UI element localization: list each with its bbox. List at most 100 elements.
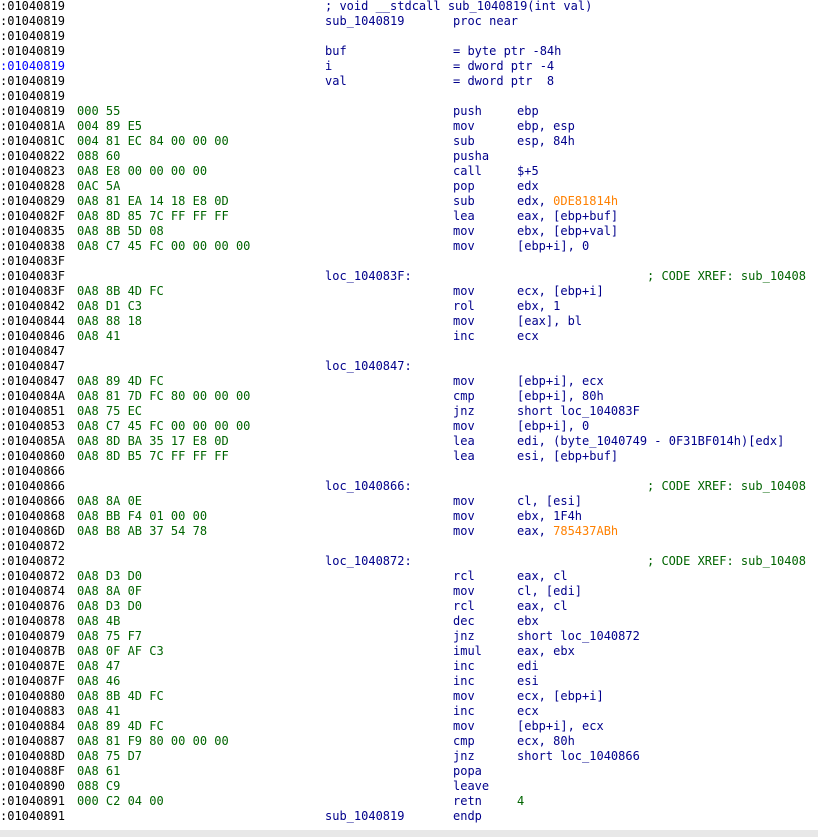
listing-line[interactable]: :01040819 000 55 push ebp (0, 104, 818, 119)
listing-line[interactable]: :0104086D 0A8 B8 AB 37 54 78 mov eax, 78543… (0, 524, 818, 539)
instruction-operands: ecx, [ebp+i] (517, 689, 604, 703)
listing-line[interactable]: :01040879 0A8 75 F7 jnz short loc_1040872 (0, 629, 818, 644)
constant-operand: 785437ABh (553, 524, 619, 538)
listing-line[interactable]: :01040860 0A8 8D B5 7C FF FF FF lea esi, [e… (0, 449, 818, 464)
instruction-mnemonic: pusha (453, 149, 490, 163)
line-address: :01040891 (0, 794, 66, 808)
listing-line[interactable]: :0104084A 0A8 81 7D FC 80 00 00 00 cmp [ebp… (0, 389, 818, 404)
listing-line[interactable]: :0104081A 004 89 E5 mov ebp, esp (0, 119, 818, 134)
instruction-operands: ecx (517, 329, 539, 343)
listing-line[interactable]: :01040829 0A8 81 EA 14 18 E8 0D sub edx, 0D… (0, 194, 818, 209)
instruction-operands: edi, (byte_1040749 - 0F31BF014h)[edx] (517, 434, 785, 448)
instruction-operands: edx, 0DE81814h (517, 194, 619, 208)
listing-line[interactable]: :01040819 (0, 29, 818, 44)
listing-line[interactable]: :0104083F (0, 254, 818, 269)
instruction-mnemonic: jnz (453, 629, 475, 643)
listing-line[interactable]: :01040872 (0, 539, 818, 554)
listing-line[interactable]: :01040880 0A8 8B 4D FC mov ecx, [ebp+i] (0, 689, 818, 704)
instruction-mnemonic: cmp (453, 389, 475, 403)
listing-line[interactable]: :01040844 0A8 88 18 mov [eax], bl (0, 314, 818, 329)
opcode-bytes: 0A8 8B 5D 08 (77, 224, 164, 238)
instruction-operands: eax, ebx (517, 644, 575, 658)
listing-line[interactable]: :01040819 buf = byte ptr -84h (0, 44, 818, 59)
listing-line[interactable]: :01040866 0A8 8A 0E mov cl, [esi] (0, 494, 818, 509)
listing-line[interactable]: :0104087F 0A8 46 inc esi (0, 674, 818, 689)
listing-line[interactable]: :01040884 0A8 89 4D FC mov [ebp+i], ecx (0, 719, 818, 734)
line-address: :01040880 (0, 689, 66, 703)
listing-line[interactable]: :01040883 0A8 41 inc ecx (0, 704, 818, 719)
function-comment: ; void __stdcall sub_1040819(int val) (325, 0, 593, 13)
listing-line[interactable]: :01040891 sub_1040819 endp (0, 809, 818, 824)
opcode-bytes: 0A8 8D 85 7C FF FF FF (77, 209, 229, 223)
listing-line[interactable]: :0104088F 0A8 61 popa (0, 764, 818, 779)
disassembly-listing[interactable]: :01040819 ; void __stdcall sub_1040819(in… (0, 0, 818, 830)
listing-line[interactable]: :01040890 088 C9 leave (0, 779, 818, 794)
listing-line[interactable]: :01040868 0A8 BB F4 01 00 00 mov ebx, 1F4h (0, 509, 818, 524)
code-label: loc_1040847: (325, 359, 412, 373)
listing-line[interactable]: :01040874 0A8 8A 0F mov cl, [edi] (0, 584, 818, 599)
listing-line[interactable]: :01040853 0A8 C7 45 FC 00 00 00 00 mov [ebp… (0, 419, 818, 434)
listing-line[interactable]: :01040851 0A8 75 EC jnz short loc_104083F (0, 404, 818, 419)
listing-line[interactable]: :01040819 (0, 89, 818, 104)
listing-line[interactable]: :01040872 0A8 D3 D0 rcl eax, cl (0, 569, 818, 584)
listing-line[interactable]: :0104081C 004 81 EC 84 00 00 00 sub esp, 84… (0, 134, 818, 149)
line-address: :01040891 (0, 809, 66, 823)
listing-line[interactable]: :01040878 0A8 4B dec ebx (0, 614, 818, 629)
listing-line[interactable]: :01040876 0A8 D3 D0 rcl eax, cl (0, 599, 818, 614)
line-address: :01040851 (0, 404, 66, 418)
listing-line[interactable]: :01040828 0AC 5A pop edx (0, 179, 818, 194)
listing-line[interactable]: :0104082F 0A8 8D 85 7C FF FF FF lea eax, [e… (0, 209, 818, 224)
opcode-bytes: 088 C9 (77, 779, 121, 793)
listing-line[interactable]: :01040891 000 C2 04 00 retn 4 (0, 794, 818, 809)
instruction-mnemonic: inc (453, 329, 475, 343)
line-address: :01040878 (0, 614, 66, 628)
xref-comment: ; CODE XREF: sub_10408 (647, 479, 806, 493)
listing-line[interactable]: :01040835 0A8 8B 5D 08 mov ebx, [ebp+val] (0, 224, 818, 239)
line-address: :0104083F (0, 284, 66, 298)
constant-operand: 0DE81814h (553, 194, 619, 208)
instruction-operands: ecx, 80h (517, 734, 575, 748)
line-address: :01040819 (0, 59, 66, 73)
line-address: :0104087B (0, 644, 66, 658)
opcode-bytes: 0A8 8D BA 35 17 E8 0D (77, 434, 229, 448)
instruction-mnemonic: push (453, 104, 482, 118)
listing-line[interactable]: :01040842 0A8 D1 C3 rol ebx, 1 (0, 299, 818, 314)
opcode-bytes: 0A8 C7 45 FC 00 00 00 00 (77, 419, 251, 433)
listing-line[interactable]: :01040819 ; void __stdcall sub_1040819(in… (0, 0, 818, 14)
instruction-mnemonic: inc (453, 704, 475, 718)
listing-line[interactable]: :01040866 (0, 464, 818, 479)
listing-line[interactable]: :01040872 loc_1040872: ; CODE XREF: sub_10… (0, 554, 818, 569)
listing-line[interactable]: :01040819 sub_1040819 proc near (0, 14, 818, 29)
instruction-mnemonic: retn (453, 794, 482, 808)
listing-line[interactable]: :01040822 088 60 pusha (0, 149, 818, 164)
listing-line[interactable]: :01040887 0A8 81 F9 80 00 00 00 cmp ecx, 80… (0, 734, 818, 749)
instruction-operands: eax, cl (517, 599, 568, 613)
listing-line[interactable]: :01040819 i = dword ptr -4 (0, 59, 818, 74)
line-address: :01040874 (0, 584, 66, 598)
instruction-mnemonic: mov (453, 689, 475, 703)
instruction-mnemonic: sub (453, 134, 475, 148)
listing-line[interactable]: :0104085A 0A8 8D BA 35 17 E8 0D lea edi, (b… (0, 434, 818, 449)
listing-line[interactable]: :01040823 0A8 E8 00 00 00 00 call $+5 (0, 164, 818, 179)
listing-line[interactable]: :01040847 0A8 89 4D FC mov [ebp+i], ecx (0, 374, 818, 389)
listing-line[interactable]: :01040847 (0, 344, 818, 359)
listing-line[interactable]: :01040838 0A8 C7 45 FC 00 00 00 00 mov [ebp… (0, 239, 818, 254)
listing-line[interactable]: :0104083F 0A8 8B 4D FC mov ecx, [ebp+i] (0, 284, 818, 299)
listing-line[interactable]: :01040819 val = dword ptr 8 (0, 74, 818, 89)
line-address: :01040872 (0, 554, 66, 568)
listing-line[interactable]: :0104088D 0A8 75 D7 jnz short loc_1040866 (0, 749, 818, 764)
listing-line[interactable]: :01040847 loc_1040847: (0, 359, 818, 374)
listing-line[interactable]: :0104087E 0A8 47 inc edi (0, 659, 818, 674)
horizontal-scrollbar[interactable] (0, 830, 818, 837)
line-address: :01040838 (0, 239, 66, 253)
listing-line[interactable]: :01040846 0A8 41 inc ecx (0, 329, 818, 344)
line-address: :01040866 (0, 494, 66, 508)
instruction-operands: [ebp+i], 80h (517, 389, 604, 403)
listing-line[interactable]: :0104087B 0A8 0F AF C3 imul eax, ebx (0, 644, 818, 659)
opcode-bytes: 004 89 E5 (77, 119, 143, 133)
listing-line[interactable]: :01040866 loc_1040866: ; CODE XREF: sub_10… (0, 479, 818, 494)
instruction-operands: [ebp+i], 0 (517, 239, 590, 253)
listing-line[interactable]: :0104083F loc_104083F: ; CODE XREF: sub_10… (0, 269, 818, 284)
instruction-mnemonic: leave (453, 779, 490, 793)
opcode-bytes: 0A8 D3 D0 (77, 599, 143, 613)
